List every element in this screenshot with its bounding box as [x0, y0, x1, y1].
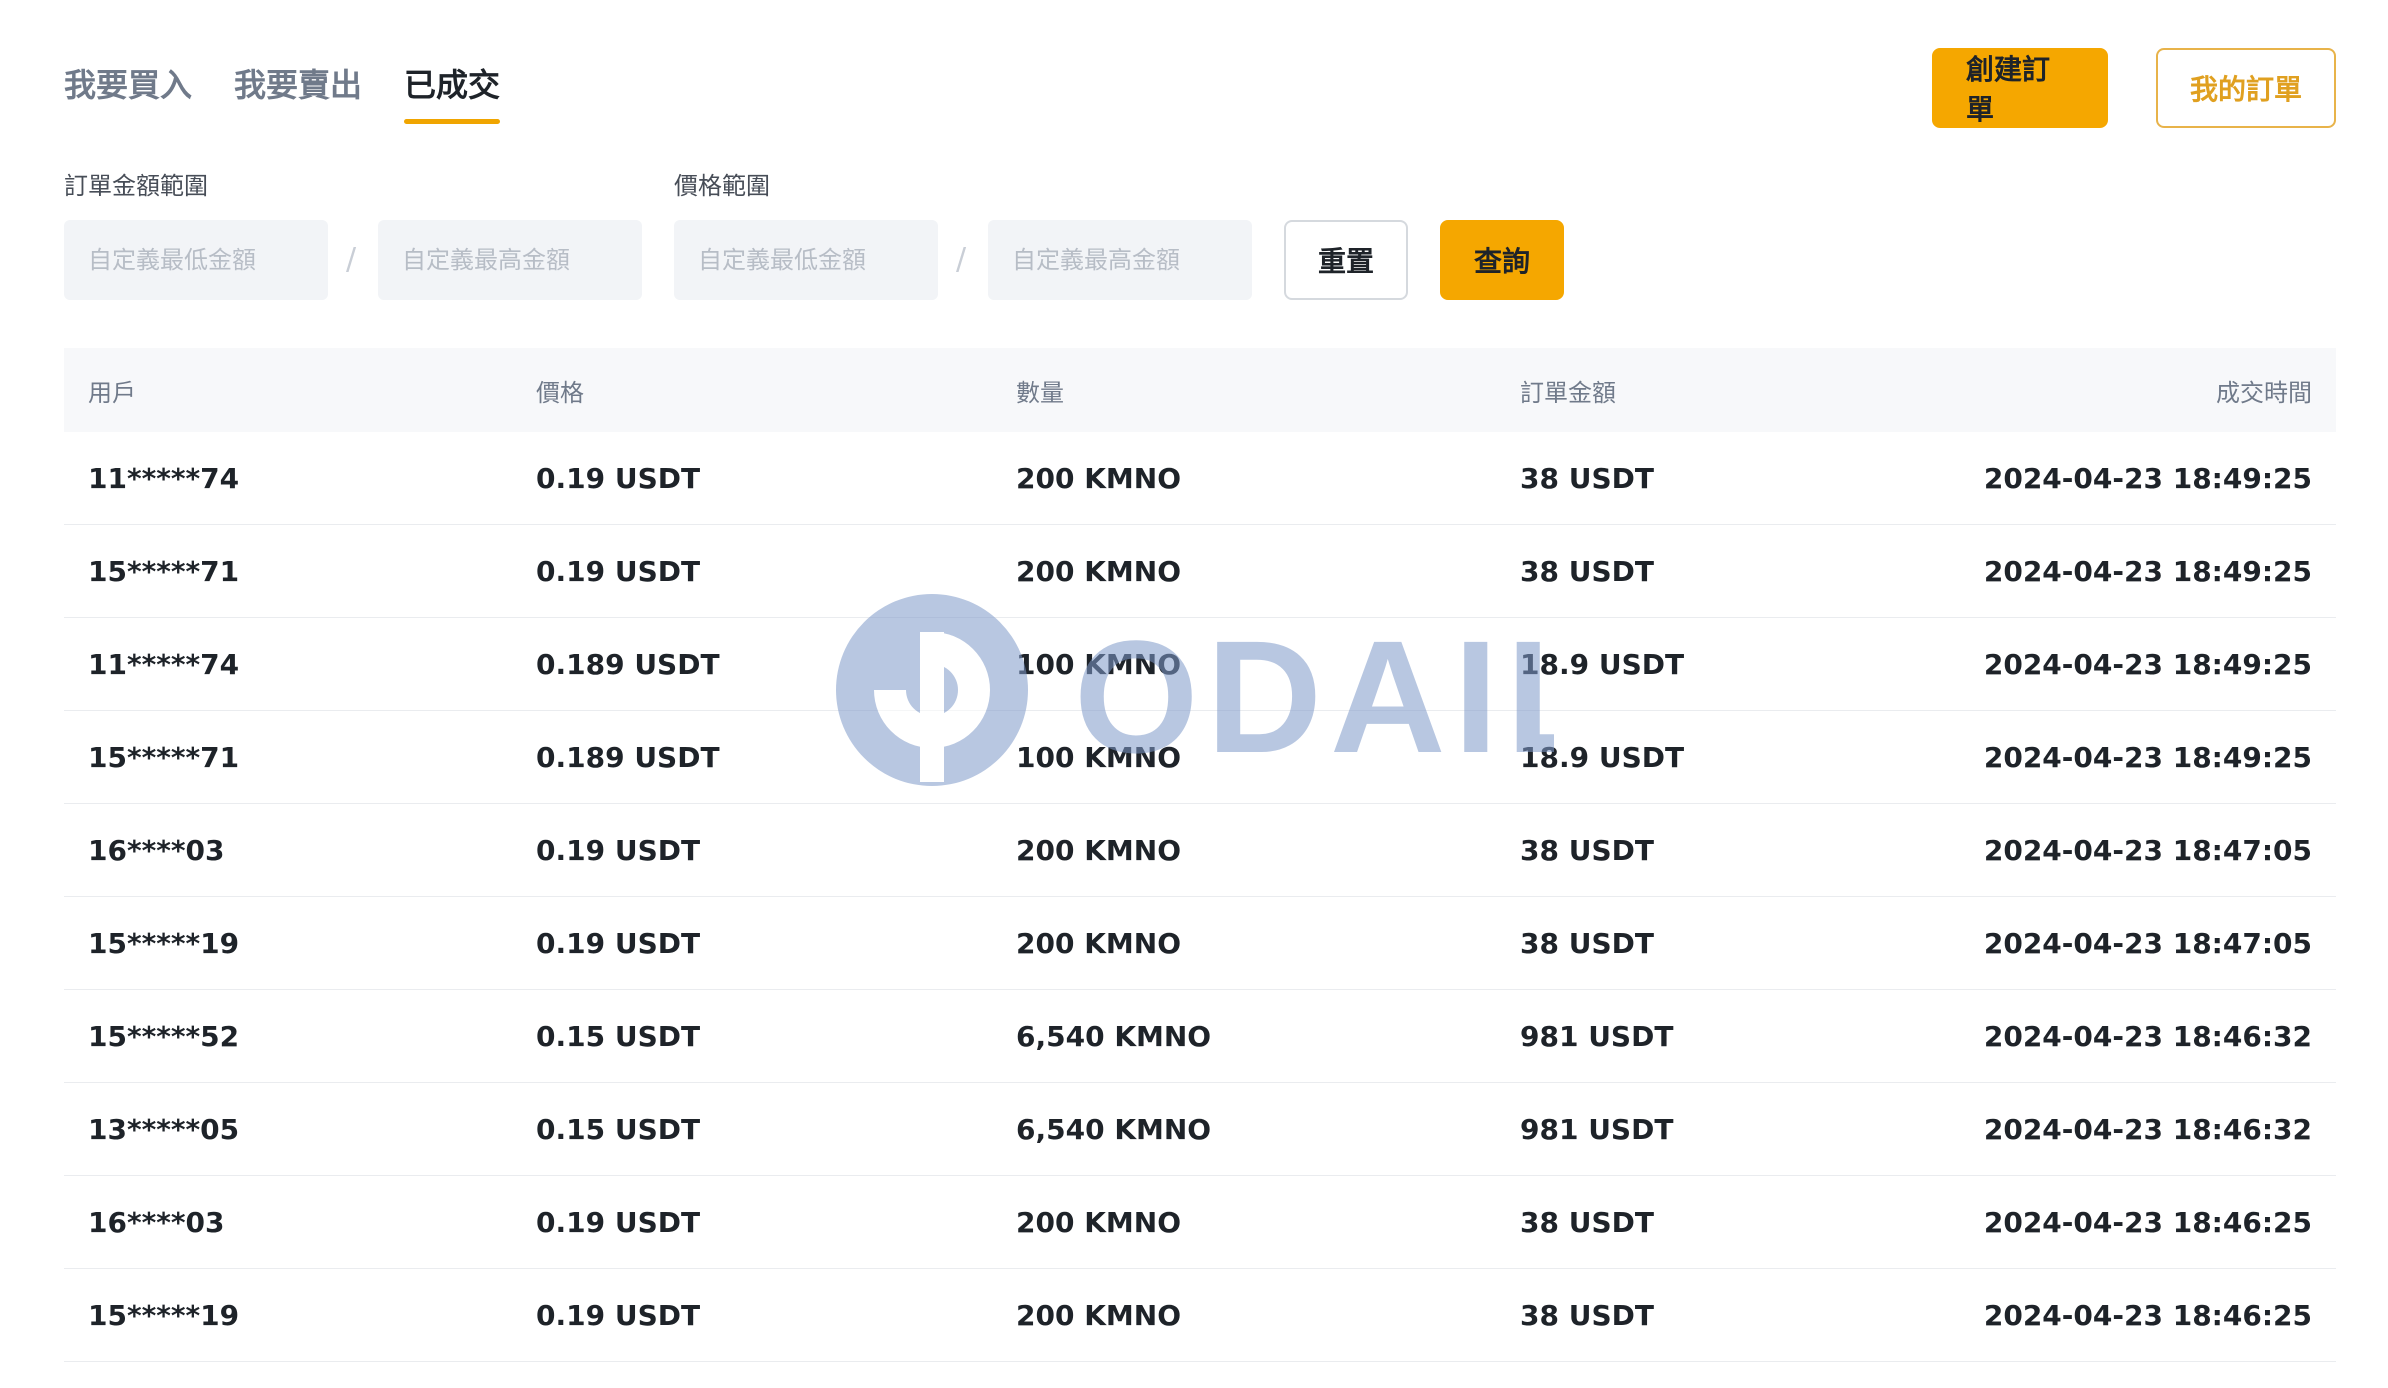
cell-trade-time: 2024-04-23 18:47:05 [1983, 833, 2312, 867]
max-price-input[interactable] [988, 220, 1252, 300]
table-row: 15*****71 0.189 USDT 100 KMNO 18.9 USDT … [64, 711, 2336, 804]
table-row: 15*****71 0.19 USDT 200 KMNO 38 USDT 202… [64, 525, 2336, 618]
cell-price: 0.19 USDT [536, 833, 701, 867]
query-button[interactable]: 查詢 [1440, 220, 1564, 300]
cell-quantity: 200 KMNO [1016, 1205, 1181, 1239]
cell-price: 0.15 USDT [536, 1019, 701, 1053]
cell-user: 15*****71 [88, 740, 240, 774]
cell-user: 15*****19 [88, 926, 240, 960]
cell-order-amount: 18.9 USDT [1520, 740, 1685, 774]
cell-trade-time: 2024-04-23 18:49:25 [1983, 740, 2312, 774]
header-order-amount: 訂單金額 [1520, 378, 1616, 407]
min-amount-input[interactable] [64, 220, 328, 300]
table-row: 11*****74 0.19 USDT 200 KMNO 38 USDT 202… [64, 432, 2336, 525]
cell-price: 0.19 USDT [536, 1205, 701, 1239]
table-row: 15*****52 0.15 USDT 6,540 KMNO 981 USDT … [64, 990, 2336, 1083]
cell-order-amount: 38 USDT [1520, 461, 1654, 495]
cell-quantity: 6,540 KMNO [1016, 1019, 1212, 1053]
table-row: 16****03 0.19 USDT 200 KMNO 38 USDT 2024… [64, 804, 2336, 897]
cell-quantity: 200 KMNO [1016, 833, 1181, 867]
cell-order-amount: 981 USDT [1520, 1019, 1674, 1053]
cell-quantity: 200 KMNO [1016, 461, 1181, 495]
cell-order-amount: 18.9 USDT [1520, 647, 1685, 681]
tab-sell[interactable]: 我要賣出 [234, 60, 362, 124]
tab-completed[interactable]: 已成交 [404, 60, 501, 124]
cell-user: 16****03 [88, 833, 225, 867]
cell-order-amount: 981 USDT [1520, 1112, 1674, 1146]
cell-quantity: 100 KMNO [1016, 740, 1181, 774]
cell-order-amount: 38 USDT [1520, 554, 1654, 588]
cell-user: 15*****52 [88, 1019, 240, 1053]
cell-price: 0.19 USDT [536, 1298, 701, 1332]
amount-range-label: 訂單金額範圍 [64, 172, 208, 200]
table-row: 16****03 0.19 USDT 200 KMNO 38 USDT 2024… [64, 1176, 2336, 1269]
cell-user: 15*****19 [88, 1298, 240, 1332]
table-row: 13*****05 0.15 USDT 6,540 KMNO 981 USDT … [64, 1083, 2336, 1176]
cell-order-amount: 38 USDT [1520, 1298, 1654, 1332]
cell-user: 13*****05 [88, 1112, 240, 1146]
cell-quantity: 200 KMNO [1016, 554, 1181, 588]
create-order-button[interactable]: 創建訂單 [1932, 48, 2108, 128]
header-price: 價格 [536, 378, 584, 407]
cell-trade-time: 2024-04-23 18:49:25 [1983, 647, 2312, 681]
cell-user: 11*****74 [88, 647, 240, 681]
cell-quantity: 200 KMNO [1016, 1298, 1181, 1332]
cell-trade-time: 2024-04-23 18:46:32 [1983, 1112, 2312, 1146]
cell-price: 0.19 USDT [536, 461, 701, 495]
cell-price: 0.189 USDT [536, 740, 720, 774]
table-row: 15*****19 0.19 USDT 200 KMNO 38 USDT 202… [64, 897, 2336, 990]
header-trade-time: 成交時間 [2216, 378, 2312, 407]
header-quantity: 數量 [1016, 378, 1064, 407]
cell-quantity: 100 KMNO [1016, 647, 1181, 681]
amount-range-separator: / [346, 242, 357, 277]
reset-button[interactable]: 重置 [1284, 220, 1408, 300]
price-range-separator: / [956, 242, 967, 277]
cell-price: 0.19 USDT [536, 926, 701, 960]
min-price-input[interactable] [674, 220, 938, 300]
cell-order-amount: 38 USDT [1520, 833, 1654, 867]
cell-quantity: 6,540 KMNO [1016, 1112, 1212, 1146]
trades-table: 用戶 價格 數量 訂單金額 成交時間 11*****74 0.19 USDT 2… [64, 348, 2336, 1362]
table-row: 11*****74 0.189 USDT 100 KMNO 18.9 USDT … [64, 618, 2336, 711]
table-row: 15*****19 0.19 USDT 200 KMNO 38 USDT 202… [64, 1269, 2336, 1362]
cell-price: 0.15 USDT [536, 1112, 701, 1146]
cell-trade-time: 2024-04-23 18:46:32 [1983, 1019, 2312, 1053]
cell-quantity: 200 KMNO [1016, 926, 1181, 960]
cell-price: 0.19 USDT [536, 554, 701, 588]
cell-trade-time: 2024-04-23 18:49:25 [1983, 461, 2312, 495]
cell-user: 15*****71 [88, 554, 240, 588]
cell-user: 11*****74 [88, 461, 240, 495]
tab-buy[interactable]: 我要買入 [64, 60, 192, 124]
cell-trade-time: 2024-04-23 18:49:25 [1983, 554, 2312, 588]
top-actions: 創建訂單 我的訂單 [1932, 48, 2336, 128]
cell-order-amount: 38 USDT [1520, 926, 1654, 960]
header-user: 用戶 [88, 378, 136, 407]
trade-tabs: 我要買入 我要賣出 已成交 [64, 60, 501, 124]
my-orders-button[interactable]: 我的訂單 [2156, 48, 2336, 128]
table-header: 用戶 價格 數量 訂單金額 成交時間 [64, 348, 2336, 432]
cell-trade-time: 2024-04-23 18:46:25 [1983, 1205, 2312, 1239]
cell-order-amount: 38 USDT [1520, 1205, 1654, 1239]
cell-trade-time: 2024-04-23 18:47:05 [1983, 926, 2312, 960]
cell-price: 0.189 USDT [536, 647, 720, 681]
max-amount-input[interactable] [378, 220, 642, 300]
cell-user: 16****03 [88, 1205, 225, 1239]
cell-trade-time: 2024-04-23 18:46:25 [1983, 1298, 2312, 1332]
price-range-label: 價格範圍 [674, 172, 770, 200]
